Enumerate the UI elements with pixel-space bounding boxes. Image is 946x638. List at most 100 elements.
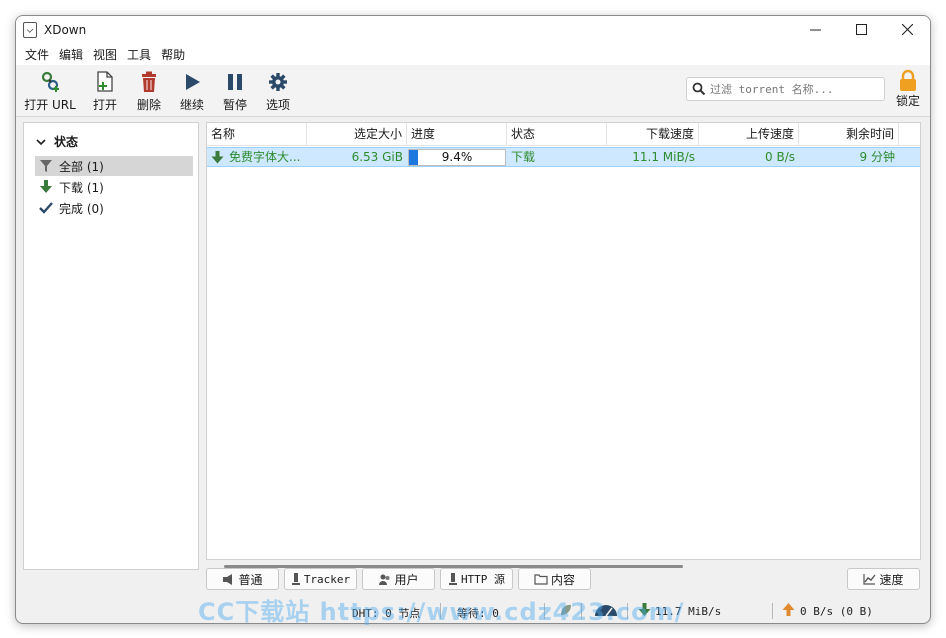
menu-view[interactable]: 视图 <box>88 46 122 63</box>
checkmark-icon <box>38 201 54 215</box>
status-divider <box>544 603 545 619</box>
options-label: 选项 <box>265 98 290 112</box>
cell-name: 免费字体大... <box>207 148 307 166</box>
open-url-label: 打开 URL <box>24 98 76 112</box>
tab-http-sources-label: HTTP 源 <box>460 573 506 586</box>
leaf-icon <box>559 603 573 620</box>
app-logo-icon <box>23 21 37 38</box>
torrent-list-header: 名称 选定大小 进度 状态 下载速度 上传速度 剩余时间 <box>207 123 920 146</box>
status-divider <box>627 603 628 619</box>
lock-button[interactable]: 锁定 <box>890 69 926 109</box>
open-button[interactable]: 打开 <box>81 71 129 113</box>
filter-all[interactable]: 全部 (1) <box>35 156 193 176</box>
title-bar: XDown <box>16 16 930 43</box>
speaker-icon <box>223 573 233 585</box>
options-button[interactable]: 选项 <box>254 71 302 113</box>
status-header-label: 状态 <box>54 135 79 149</box>
maximize-icon <box>855 24 867 35</box>
tab-peers[interactable]: 用户 <box>362 568 435 590</box>
close-button[interactable] <box>884 16 930 43</box>
tab-speed[interactable]: 速度 <box>847 568 920 590</box>
search-input[interactable] <box>710 82 880 96</box>
status-divider <box>772 603 773 619</box>
column-name[interactable]: 名称 <box>207 123 307 146</box>
status-filter-panel: 状态 全部 (1) 下载 (1) 完成 (0) <box>23 122 199 570</box>
pause-label: 暂停 <box>222 98 247 112</box>
cell-status: 下载 <box>511 150 536 164</box>
filter-downloading-label: 下载 (1) <box>59 180 104 195</box>
users-icon <box>379 574 390 585</box>
column-progress[interactable]: 进度 <box>407 123 507 146</box>
filter-all-label: 全部 (1) <box>59 159 104 174</box>
column-size[interactable]: 选定大小 <box>307 123 407 146</box>
menu-file[interactable]: 文件 <box>20 46 54 63</box>
chart-line-icon <box>863 574 877 585</box>
tab-content-label: 内容 <box>550 572 575 587</box>
minimize-button[interactable] <box>792 16 838 43</box>
search-box[interactable] <box>686 77 885 101</box>
speed-gauge-icon[interactable] <box>593 603 619 620</box>
folder-icon <box>534 574 548 585</box>
column-up-speed[interactable]: 上传速度 <box>699 123 799 146</box>
http-source-icon <box>448 572 457 585</box>
window-controls <box>792 16 930 43</box>
filter-downloading[interactable]: 下载 (1) <box>35 177 193 197</box>
table-row[interactable]: 免费字体大... 6.53 GiB 9.4% 下载 11.1 MiB/s 0 B… <box>207 147 920 167</box>
window-title: XDown <box>44 22 87 37</box>
status-bar: DHT: 0 节点 等待: 0 11.7 MiB/s 0 B/s (0 B) <box>16 599 930 623</box>
progress-bar: 9.4% <box>408 149 506 166</box>
download-arrow-icon <box>38 180 54 194</box>
torrent-list: 名称 选定大小 进度 状态 下载速度 上传速度 剩余时间 免费字体大... 6.… <box>206 122 921 560</box>
resume-button[interactable]: 继续 <box>168 71 216 113</box>
search-icon <box>692 82 706 96</box>
play-icon <box>183 71 201 93</box>
tab-tracker-label: Tracker <box>303 572 351 586</box>
tab-peers-label: 用户 <box>394 572 419 587</box>
filter-icon <box>38 159 54 173</box>
lock-label: 锁定 <box>895 94 920 108</box>
status-divider <box>440 603 441 619</box>
menu-help[interactable]: 帮助 <box>156 46 190 63</box>
delete-button[interactable]: 删除 <box>125 71 173 113</box>
cell-up-speed: 0 B/s <box>765 150 795 164</box>
upload-speed: 0 B/s (0 B) <box>800 605 873 618</box>
status-divider <box>581 603 582 619</box>
upload-speed-icon <box>782 603 795 620</box>
tab-content[interactable]: 内容 <box>518 568 591 590</box>
cell-down-speed: 11.1 MiB/s <box>632 150 695 164</box>
filter-completed[interactable]: 完成 (0) <box>35 198 193 218</box>
tab-speed-label: 速度 <box>879 572 904 587</box>
progress-text: 9.4% <box>441 150 473 164</box>
file-add-icon <box>95 71 115 93</box>
maximize-button[interactable] <box>838 16 884 43</box>
menu-bar: 文件 编辑 视图 工具 帮助 <box>16 43 930 65</box>
pause-button[interactable]: 暂停 <box>211 71 259 113</box>
column-status[interactable]: 状态 <box>507 123 607 146</box>
status-section-header[interactable]: 状态 <box>36 133 78 150</box>
app-window: XDown 文件 编辑 视图 工具 帮助 打开 URL 打开 删除 继续 暂停 … <box>15 15 931 624</box>
column-eta[interactable]: 剩余时间 <box>799 123 899 146</box>
trash-icon <box>140 71 158 93</box>
delete-label: 删除 <box>136 98 161 112</box>
tab-general[interactable]: 普通 <box>206 568 279 590</box>
gear-icon <box>268 71 288 93</box>
minimize-icon <box>809 29 821 31</box>
lock-icon <box>900 69 916 91</box>
tab-tracker[interactable]: Tracker <box>284 568 357 590</box>
tab-http-sources[interactable]: HTTP 源 <box>440 568 513 590</box>
menu-tools[interactable]: 工具 <box>122 46 156 63</box>
open-url-button[interactable]: 打开 URL <box>24 71 76 113</box>
link-icon <box>39 71 61 93</box>
toolbar: 打开 URL 打开 删除 继续 暂停 选项 过滤 torrent 名称... 锁… <box>16 65 930 117</box>
torrent-name: 免费字体大... <box>229 150 301 164</box>
column-down-speed[interactable]: 下载速度 <box>607 123 699 146</box>
cell-eta: 9 分钟 <box>859 150 895 164</box>
menu-edit[interactable]: 编辑 <box>54 46 88 63</box>
dht-status: DHT: 0 节点 <box>352 607 421 620</box>
queue-status: 等待: 0 <box>457 607 499 620</box>
pause-icon <box>226 71 244 93</box>
open-label: 打开 <box>92 98 117 112</box>
download-arrow-icon <box>211 150 224 163</box>
chevron-down-icon <box>36 138 46 145</box>
filter-completed-label: 完成 (0) <box>59 201 104 216</box>
